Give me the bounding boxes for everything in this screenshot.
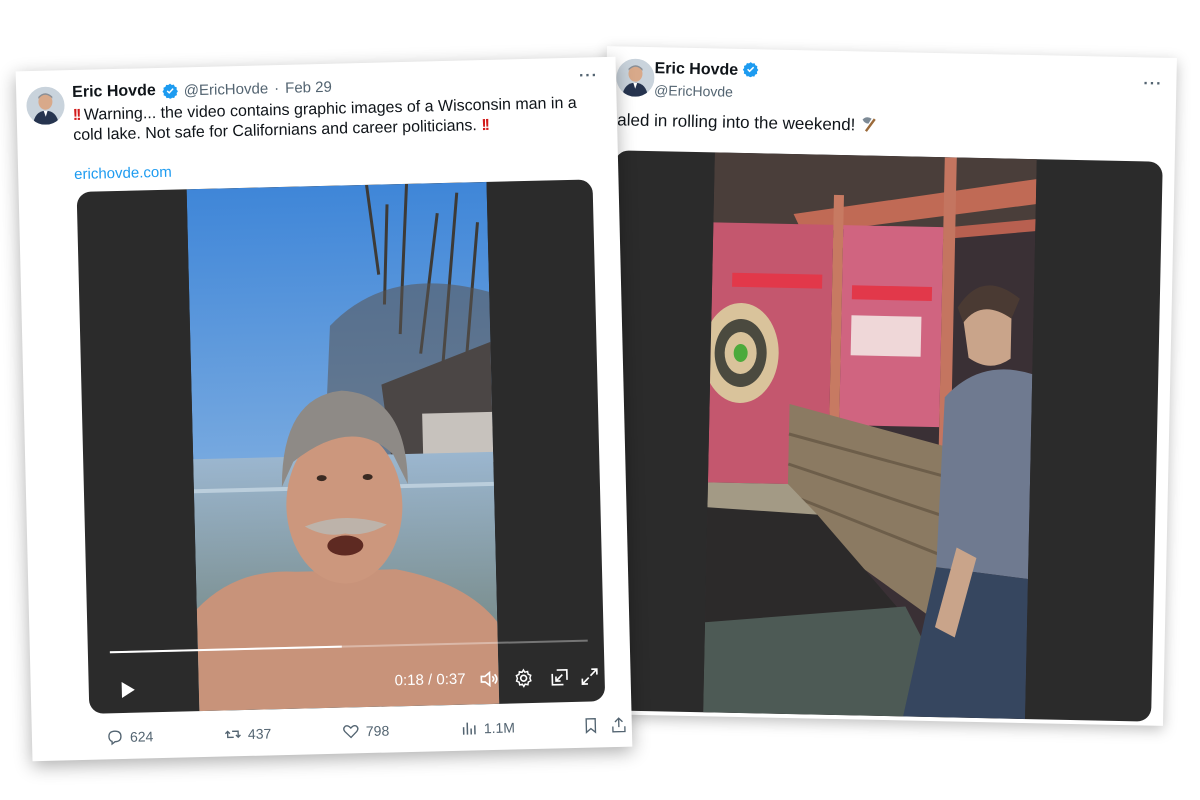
volume-icon[interactable] [478,668,501,691]
views-button[interactable]: 1.1M [460,718,516,737]
video-time: 0:18 / 0:37 [394,671,465,690]
views-count: 1.1M [483,719,516,737]
tweet-text: ialed in rolling into the weekend! [613,110,880,136]
tweet-metrics: 624 437 798 1.1M [106,713,626,750]
author-name[interactable]: Eric Hovde [72,82,156,102]
reply-button[interactable]: 624 [106,727,154,746]
axe-throwing-video-frame [703,152,1037,720]
tweet-date[interactable]: Feb 29 [285,78,332,96]
website-link[interactable]: erichovde.com [74,164,172,183]
repost-button[interactable]: 437 [224,724,272,743]
avatar[interactable] [616,58,655,98]
share-icon [612,717,626,733]
like-count: 798 [365,722,390,740]
double-exclamation-icon: !! [481,116,489,135]
tweet-text-body: Warning... the video contains graphic im… [73,94,577,145]
video-time-separator: / [427,671,433,689]
like-button[interactable]: 798 [342,722,390,741]
verified-badge-icon [742,62,759,78]
verified-badge-icon [162,83,178,99]
more-dots-icon[interactable]: ··· [1143,75,1162,93]
more-dots-icon[interactable]: ··· [579,67,598,85]
gear-icon[interactable] [512,667,535,690]
fullscreen-icon[interactable] [578,665,601,688]
author-name[interactable]: Eric Hovde [654,60,738,79]
heart-icon [343,724,359,739]
bookmark-icon [585,718,597,734]
video-duration: 0:37 [436,670,466,689]
share-button[interactable] [610,716,628,734]
views-chart-icon [462,722,476,735]
reply-count: 624 [129,728,154,745]
author-handle[interactable]: @EricHovde [184,80,269,99]
video-elapsed: 0:18 [394,671,425,690]
tweet-text-body: ialed in rolling into the weekend! [613,110,856,135]
repost-icon [224,730,241,739]
tweet-card-axe[interactable]: Eric Hovde @EricHovde ··· ialed in rolli… [593,46,1177,726]
bookmark-button[interactable] [582,716,600,734]
tweet-text: !! Warning... the video contains graphic… [73,93,594,146]
reply-icon [108,730,122,746]
tweet-header: Eric Hovde @EricHovde · Feb 29 [72,78,332,102]
video-player-lake[interactable]: 0:18 / 0:37 [76,179,606,714]
separator-dot: · [273,79,280,97]
author-row: Eric Hovde [654,59,759,80]
repost-count: 437 [247,725,272,742]
axe-emoji-icon [862,117,876,132]
avatar[interactable] [26,86,65,126]
tweet-card-lake[interactable]: Eric Hovde @EricHovde · Feb 29 ··· !! Wa… [15,56,633,762]
double-exclamation-icon: !! [72,106,80,125]
avatar-portrait [26,86,65,126]
video-player-axe[interactable] [603,150,1163,722]
play-icon[interactable] [119,681,137,699]
picture-in-picture-icon[interactable] [548,666,571,689]
lake-video-frame [186,181,500,712]
author-handle[interactable]: @EricHovde [654,82,733,100]
avatar-portrait [616,58,655,98]
